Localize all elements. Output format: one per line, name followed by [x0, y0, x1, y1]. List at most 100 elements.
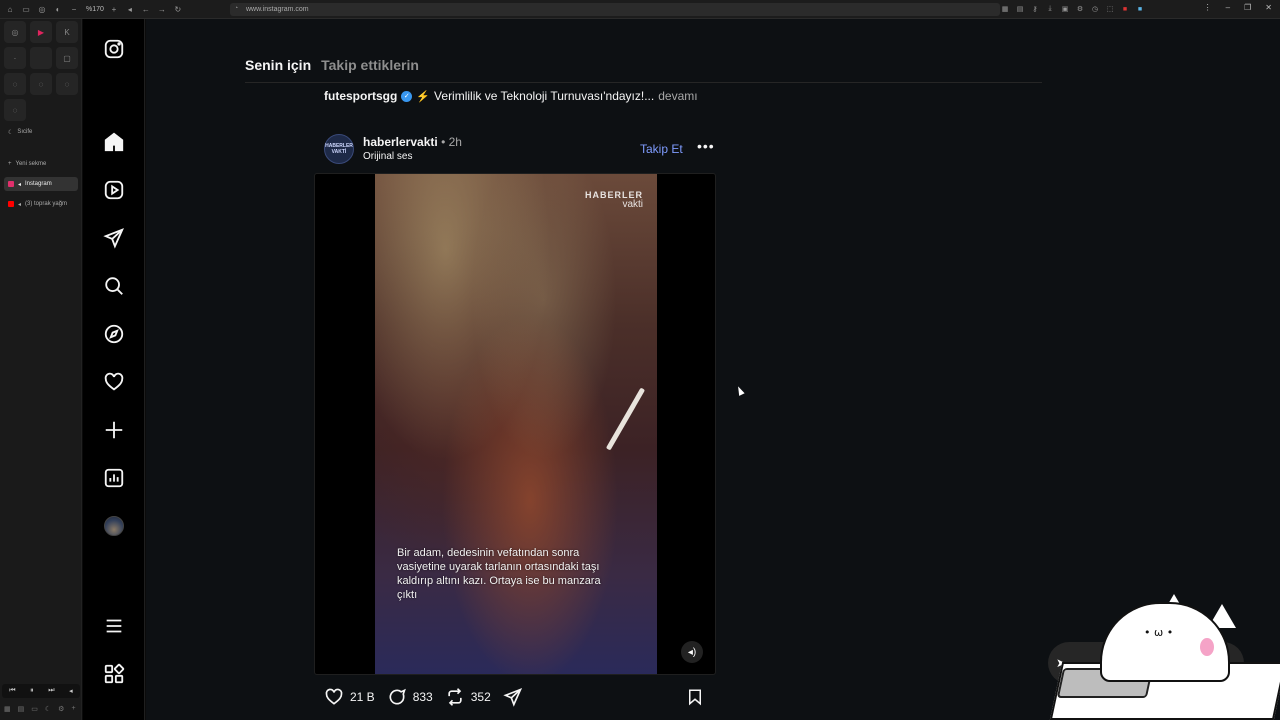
volume-icon[interactable]: ◂: [124, 3, 136, 15]
pause-icon[interactable]: ⏸: [30, 687, 34, 695]
profile-avatar[interactable]: [102, 514, 126, 538]
close-icon[interactable]: ✕: [1265, 3, 1272, 12]
post-options-icon[interactable]: •••: [697, 138, 715, 154]
also-from-meta-icon[interactable]: [102, 662, 126, 686]
follow-button[interactable]: Takip Et: [640, 142, 683, 156]
more-link[interactable]: devamı: [658, 89, 697, 103]
create-icon[interactable]: [102, 418, 126, 442]
new-tab-item[interactable]: + Yeni sekme: [4, 157, 78, 171]
like-count[interactable]: 21 B: [350, 690, 375, 704]
reload-icon[interactable]: ↻: [172, 3, 184, 15]
moon-icon: ☾: [8, 129, 14, 136]
sidebar-tab-youtube[interactable]: ◂ (3) toprak yağm: [4, 197, 78, 211]
settings-icon[interactable]: ⚙: [58, 705, 64, 713]
next-track-icon[interactable]: ⏭: [48, 687, 54, 695]
sidebar-footer: ▦ ▤ ▭ ☾ ⚙ +: [4, 705, 76, 713]
tabs-overview-icon[interactable]: ⋮: [1204, 3, 1212, 12]
tab-list-icon[interactable]: ▭: [20, 3, 32, 15]
extensions-icon[interactable]: ⚙: [1075, 3, 1085, 15]
post-actions: 21 B 833 352: [324, 685, 716, 709]
repost-icon[interactable]: [445, 687, 465, 707]
tab-for-you[interactable]: Senin için: [245, 57, 311, 73]
video-player[interactable]: HABERLER vakti Bir adam, dedesinin vefat…: [375, 174, 657, 674]
comment-icon[interactable]: [387, 687, 407, 707]
address-bar[interactable]: ◔ www.instagram.com: [230, 3, 1000, 16]
restore-icon[interactable]: ❐: [1244, 3, 1251, 12]
reader-mode-icon[interactable]: ▤: [1015, 3, 1025, 15]
bookmark-icon[interactable]: [686, 687, 704, 707]
settings-icon[interactable]: ◎: [36, 3, 48, 15]
add-icon[interactable]: +: [71, 705, 75, 713]
audio-toggle-icon[interactable]: ◂): [681, 641, 703, 663]
share-icon[interactable]: [503, 687, 523, 707]
theme-icon[interactable]: ☾: [45, 705, 51, 713]
panel-globe-icon[interactable]: ◎: [4, 21, 26, 43]
search-icon[interactable]: [102, 274, 126, 298]
explore-icon[interactable]: [102, 322, 126, 346]
more-menu-icon[interactable]: [102, 614, 126, 638]
panel-blank-icon-2[interactable]: [30, 47, 52, 69]
volume-icon[interactable]: ◂: [69, 687, 73, 695]
forward-icon[interactable]: →: [156, 3, 168, 15]
panel-blank-icon[interactable]: ·: [4, 47, 26, 69]
share-icon[interactable]: ⬚: [1105, 3, 1115, 15]
panel-faded-icon-3[interactable]: ◌: [56, 73, 78, 95]
messages-icon[interactable]: [102, 226, 126, 250]
back-icon[interactable]: ←: [140, 3, 152, 15]
split-view-item[interactable]: ☾ Sıcife: [4, 125, 78, 139]
save-action[interactable]: [686, 687, 704, 710]
dashboard-icon[interactable]: [102, 466, 126, 490]
comment-action[interactable]: 833: [387, 687, 433, 707]
panel-k-icon[interactable]: K: [56, 21, 78, 43]
youtube-icon: [8, 201, 14, 207]
extension-red-icon[interactable]: ■: [1120, 3, 1130, 15]
panel-icon[interactable]: ▦: [4, 705, 11, 713]
repost-count[interactable]: 352: [471, 690, 491, 704]
like-action[interactable]: 21 B: [324, 687, 375, 707]
site-info-icon[interactable]: ◔: [234, 5, 238, 12]
download-icon[interactable]: ⤓: [1045, 3, 1055, 15]
notes-icon[interactable]: ▤: [18, 705, 25, 713]
lightning-icon: ⚡: [416, 90, 431, 103]
panel-faded-icon-2[interactable]: ◌: [30, 73, 52, 95]
speed-dial-grid: ◎ ▶ K · ▢ ◌ ◌ ◌ ◌: [4, 21, 78, 121]
toolbar-actions: ▦ ▤ ⚷ ⤓ ▣ ⚙ ◷ ⬚ ■ ■: [1000, 3, 1145, 15]
reader-icon[interactable]: ◐: [52, 3, 64, 15]
panel-faded-icon[interactable]: ◌: [4, 73, 26, 95]
history-icon[interactable]: ◷: [1090, 3, 1100, 15]
panel-window-icon[interactable]: ▢: [56, 47, 78, 69]
post-media[interactable]: HABERLER vakti Bir adam, dedesinin vefat…: [314, 173, 716, 675]
sound-icon: ◂: [18, 201, 22, 208]
capture-icon[interactable]: ▣: [1060, 3, 1070, 15]
zoom-out-icon[interactable]: −: [68, 3, 80, 15]
window-icon[interactable]: ▭: [31, 705, 38, 713]
zoom-level[interactable]: %170: [86, 6, 104, 13]
previous-post-caption-text: Verimlilik ve Teknoloji Turnuvası'ndayız…: [434, 89, 655, 103]
video-watermark: HABERLER vakti: [585, 190, 643, 210]
share-action[interactable]: [503, 687, 523, 707]
instagram-logo-icon[interactable]: [102, 37, 126, 61]
post-time: • 2h: [441, 135, 462, 149]
home-icon[interactable]: [102, 130, 126, 154]
post-username[interactable]: haberlervakti: [363, 135, 438, 149]
panel-youtube-icon[interactable]: ▶: [30, 21, 52, 43]
comment-count[interactable]: 833: [413, 690, 433, 704]
reels-icon[interactable]: [102, 178, 126, 202]
sidebar-toggle-icon[interactable]: ⌂: [4, 3, 16, 15]
sidebar-tab-instagram[interactable]: ◂ Instagram: [4, 177, 78, 191]
previous-track-icon[interactable]: ⏮: [9, 687, 15, 695]
like-heart-icon[interactable]: [324, 687, 344, 707]
translate-icon[interactable]: ▦: [1000, 3, 1010, 15]
previous-post-username[interactable]: futesportsgg: [324, 89, 397, 103]
post-avatar[interactable]: HABERLER VAKTİ: [324, 134, 354, 164]
post-audio[interactable]: Orijinal ses: [363, 151, 412, 162]
key-icon[interactable]: ⚷: [1030, 3, 1040, 15]
url-text[interactable]: www.instagram.com: [246, 6, 309, 13]
panel-faded-icon-4[interactable]: ◌: [4, 99, 26, 121]
tab-following[interactable]: Takip ettiklerin: [321, 57, 419, 73]
extension-blue-icon[interactable]: ■: [1135, 3, 1145, 15]
repost-action[interactable]: 352: [445, 687, 491, 707]
notifications-heart-icon[interactable]: [102, 370, 126, 394]
minimize-icon[interactable]: –: [1226, 3, 1230, 12]
zoom-in-icon[interactable]: +: [108, 3, 120, 15]
